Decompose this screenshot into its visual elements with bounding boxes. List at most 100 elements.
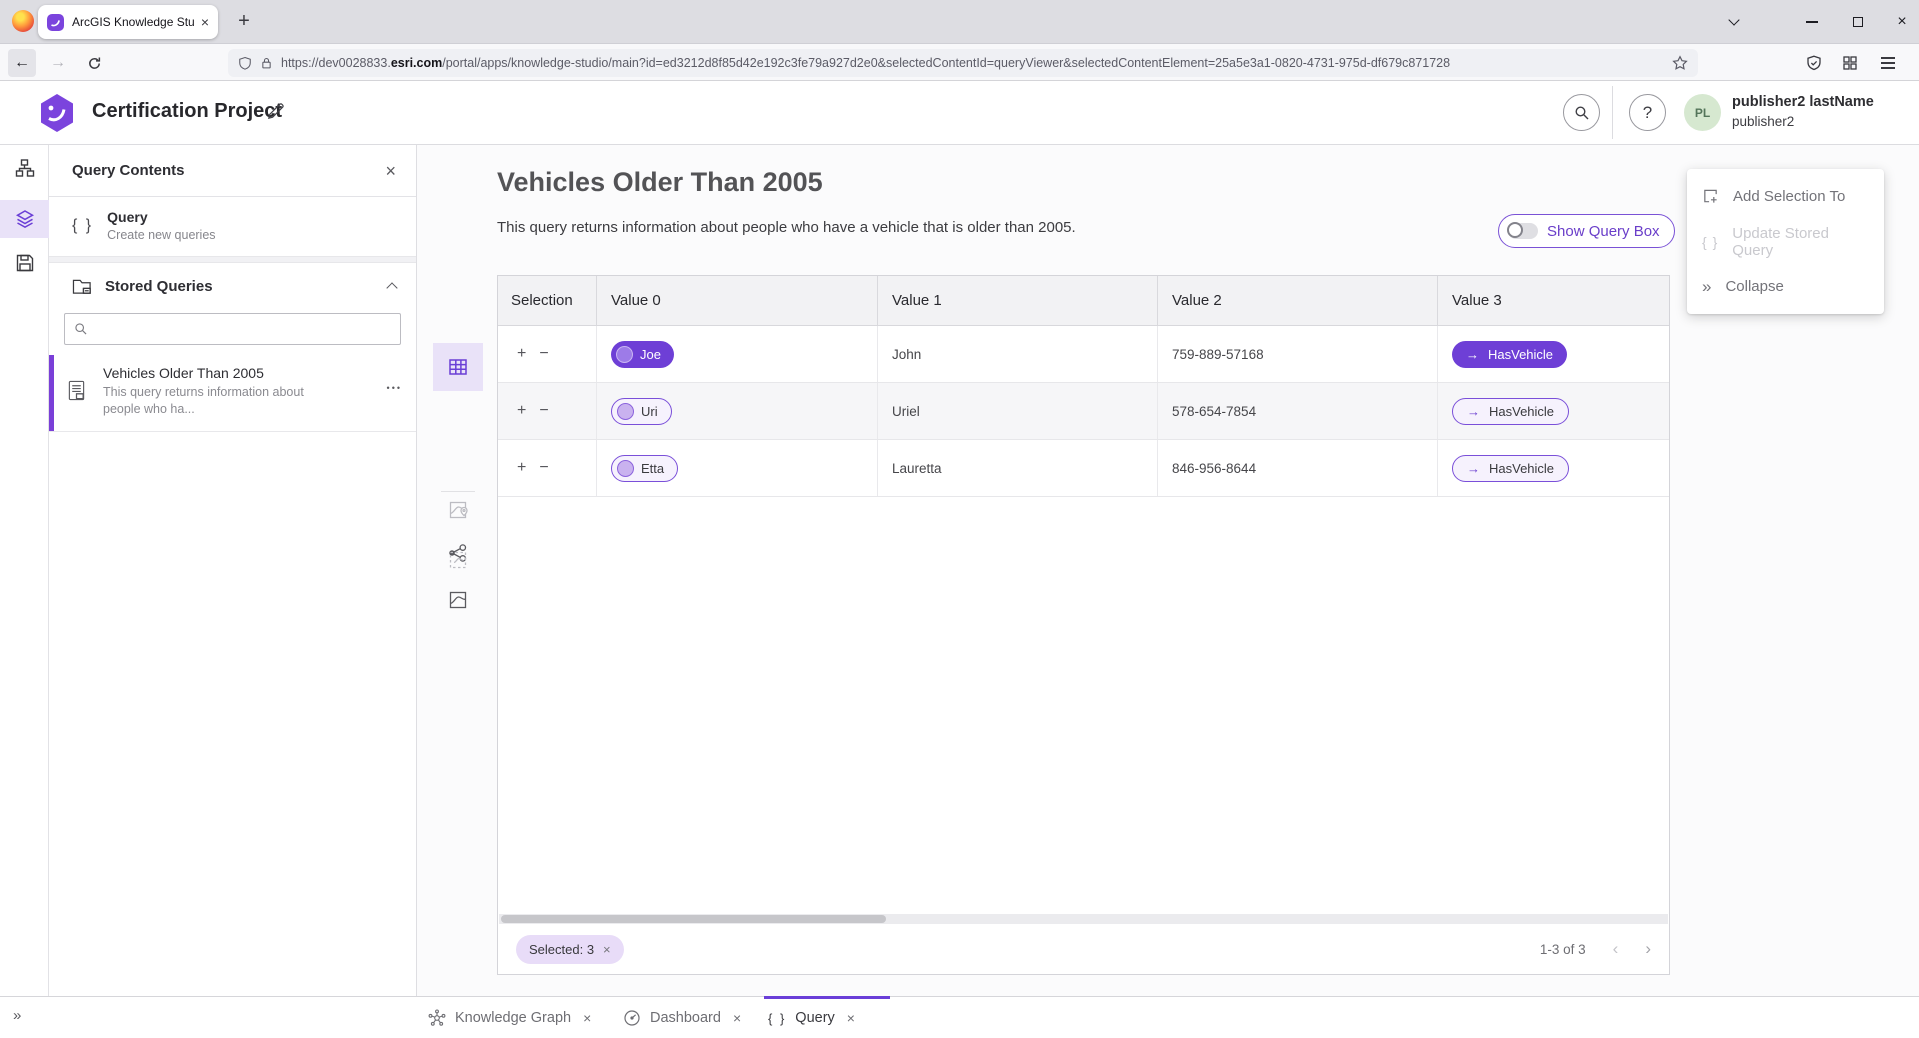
maximize-button[interactable] xyxy=(1843,0,1873,44)
selected-count-label: Selected: 3 xyxy=(529,942,594,957)
query-item[interactable]: { } Query Create new queries xyxy=(49,197,416,256)
clear-selection-icon[interactable]: × xyxy=(603,942,611,957)
entity-icon xyxy=(617,403,634,420)
horizontal-scrollbar[interactable] xyxy=(499,914,1668,924)
pagination-range: 1-3 of 3 xyxy=(1540,942,1586,957)
relationship-pill[interactable]: →HasVehicle xyxy=(1452,455,1569,482)
row-select-plus-icon[interactable]: + xyxy=(517,345,526,363)
entity-pill[interactable]: Joe xyxy=(611,341,674,368)
section-divider xyxy=(49,256,416,263)
tab-knowledge-graph[interactable]: Knowledge Graph × xyxy=(428,997,591,1038)
close-tab-icon[interactable]: × xyxy=(733,1010,741,1026)
knowledge-graph-icon xyxy=(428,1009,446,1027)
table-header-row: Selection Value 0 Value 1 Value 2 Value … xyxy=(498,276,1669,326)
back-button[interactable]: ← xyxy=(8,49,36,77)
cell-value1[interactable]: Uriel xyxy=(878,383,1158,439)
stored-query-item[interactable]: Vehicles Older Than 2005 This query retu… xyxy=(49,355,416,432)
user-menu[interactable]: publisher2 lastName publisher2 xyxy=(1732,93,1874,131)
menu-item-update-stored-query: { } Update Stored Query xyxy=(1687,219,1884,264)
tab-close-icon[interactable]: × xyxy=(201,15,209,29)
relationship-pill[interactable]: →HasVehicle xyxy=(1452,398,1569,425)
table-view-button[interactable] xyxy=(433,343,483,391)
row-select-plus-icon[interactable]: + xyxy=(517,459,526,477)
scrollbar-thumb[interactable] xyxy=(501,915,886,923)
row-deselect-minus-icon[interactable]: − xyxy=(539,459,548,477)
cell-value2[interactable]: 578-654-7854 xyxy=(1158,383,1438,439)
query-item-title: Query xyxy=(107,209,215,225)
show-query-box-toggle[interactable]: Show Query Box xyxy=(1498,214,1675,248)
shield-icon[interactable] xyxy=(238,56,252,71)
row-select-plus-icon[interactable]: + xyxy=(517,402,526,420)
minimize-button[interactable] xyxy=(1797,0,1827,44)
stored-queries-search-input[interactable] xyxy=(95,322,391,337)
tab-dashboard[interactable]: Dashboard × xyxy=(623,997,741,1038)
bookmark-star-icon[interactable] xyxy=(1672,55,1688,71)
menu-item-collapse[interactable]: » Collapse xyxy=(1687,264,1884,309)
account-shield-icon[interactable] xyxy=(1799,49,1829,77)
panel-close-icon[interactable]: × xyxy=(385,162,396,180)
cell-value1[interactable]: John xyxy=(878,326,1158,382)
row-deselect-minus-icon[interactable]: − xyxy=(539,345,548,363)
close-tab-icon[interactable]: × xyxy=(847,1010,855,1026)
arrow-right-icon: → xyxy=(1466,347,1479,362)
column-header-value2[interactable]: Value 2 xyxy=(1158,276,1438,325)
cell-value2[interactable]: 759-889-57168 xyxy=(1158,326,1438,382)
edit-title-pencil-icon[interactable] xyxy=(266,102,285,121)
search-button[interactable] xyxy=(1563,94,1600,131)
next-page-icon[interactable]: › xyxy=(1645,939,1651,959)
url-text[interactable]: https://dev0028833.esri.com/portal/apps/… xyxy=(281,56,1450,70)
firefox-icon[interactable] xyxy=(12,10,34,32)
browser-tab[interactable]: ArcGIS Knowledge Studio × xyxy=(38,5,218,39)
app-body: Query Contents × { } Query Create new qu… xyxy=(0,145,1919,996)
close-tab-icon[interactable]: × xyxy=(583,1010,591,1026)
menu-item-add-selection-to[interactable]: Add Selection To xyxy=(1687,174,1884,219)
selection-map-button-disabled xyxy=(448,550,468,570)
column-header-value3[interactable]: Value 3 xyxy=(1438,276,1669,325)
forward-button[interactable]: → xyxy=(44,49,72,77)
tab-label: Query xyxy=(795,1010,835,1026)
lock-icon[interactable] xyxy=(260,56,273,70)
layers-button[interactable] xyxy=(0,200,49,238)
cell-value2[interactable]: 846-956-8644 xyxy=(1158,440,1438,496)
refresh-button[interactable] xyxy=(80,49,108,77)
tab-list-dropdown-icon[interactable] xyxy=(1719,0,1749,44)
table-row[interactable]: +− Uri Uriel 578-654-7854 →HasVehicle xyxy=(498,383,1669,440)
previous-page-icon[interactable]: ‹ xyxy=(1613,939,1619,959)
toggle-switch[interactable] xyxy=(1508,223,1538,239)
column-header-value1[interactable]: Value 1 xyxy=(878,276,1158,325)
left-icon-rail xyxy=(0,145,49,996)
new-tab-button[interactable]: + xyxy=(230,7,258,35)
chevron-up-icon[interactable] xyxy=(386,282,397,293)
help-button[interactable]: ? xyxy=(1629,94,1666,131)
panel-header: Query Contents × xyxy=(49,145,416,197)
column-header-value0[interactable]: Value 0 xyxy=(597,276,878,325)
hamburger-menu-icon[interactable] xyxy=(1873,49,1903,77)
data-model-button[interactable] xyxy=(0,148,49,188)
save-button[interactable] xyxy=(0,243,49,283)
cell-value1[interactable]: Lauretta xyxy=(878,440,1158,496)
item-options-ellipsis-icon[interactable]: ••• xyxy=(387,383,402,393)
stored-queries-search[interactable] xyxy=(64,313,401,345)
window-close-button[interactable]: × xyxy=(1887,0,1917,44)
entity-pill[interactable]: Uri xyxy=(611,398,672,425)
url-bar[interactable]: https://dev0028833.esri.com/portal/apps/… xyxy=(228,49,1698,77)
expand-panel-icon[interactable]: » xyxy=(13,1007,21,1024)
selected-count-chip[interactable]: Selected: 3 × xyxy=(516,935,624,964)
toggle-label: Show Query Box xyxy=(1547,223,1660,240)
selection-context-menu: Add Selection To { } Update Stored Query… xyxy=(1687,169,1884,314)
table-row[interactable]: +− Joe John 759-889-57168 →HasVehicle xyxy=(498,326,1669,383)
double-chevron-icon: » xyxy=(1702,277,1711,297)
relationship-pill[interactable]: →HasVehicle xyxy=(1452,341,1567,368)
tab-query[interactable]: { } Query × xyxy=(768,997,855,1038)
user-avatar[interactable]: PL xyxy=(1684,94,1721,131)
table-row[interactable]: +− Etta Lauretta 846-956-8644 →HasVehicl… xyxy=(498,440,1669,497)
entity-pill[interactable]: Etta xyxy=(611,455,678,482)
add-selection-icon xyxy=(1702,188,1719,205)
row-deselect-minus-icon[interactable]: − xyxy=(539,402,548,420)
tab-label: Dashboard xyxy=(650,1010,721,1026)
bottom-tab-bar: » Knowledge Graph × Dashboard × { } Quer… xyxy=(0,996,1919,1038)
column-header-selection[interactable]: Selection xyxy=(498,276,597,325)
stored-queries-header[interactable]: Stored Queries xyxy=(49,263,416,309)
extensions-icon[interactable] xyxy=(1835,49,1865,77)
map-view-button[interactable] xyxy=(448,590,468,610)
